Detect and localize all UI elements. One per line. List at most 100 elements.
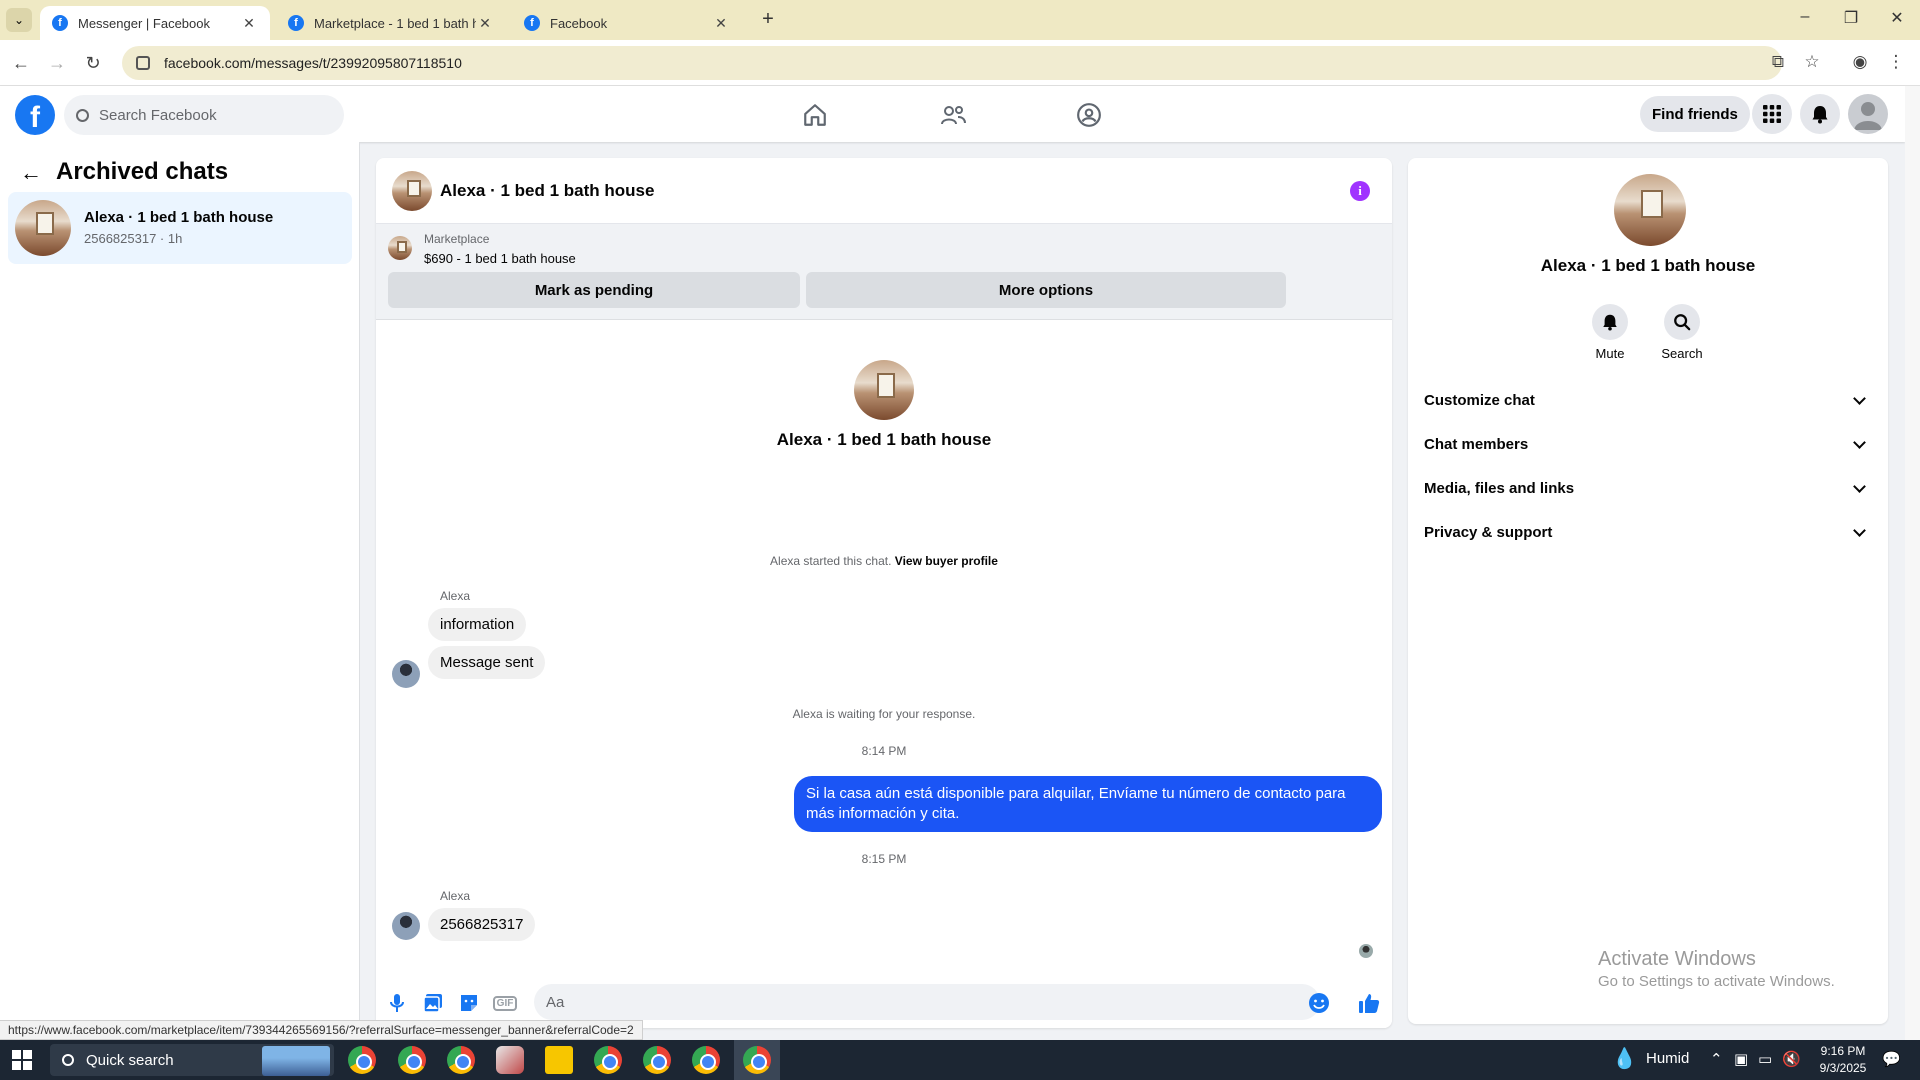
back-arrow-icon[interactable]: ← — [20, 160, 42, 186]
profile-icon[interactable]: ◉ — [1848, 52, 1872, 72]
new-tab-button[interactable]: + — [756, 8, 780, 32]
more-options-button[interactable]: More options — [806, 272, 1286, 308]
chat-members-section[interactable]: Chat members — [1424, 426, 1872, 462]
my-message-bubble[interactable]: Si la casa aún está disponible para alqu… — [794, 776, 1382, 832]
conversation-header: Alexa · 1 bed 1 bath house i — [376, 158, 1392, 224]
weather-label[interactable]: Humid — [1646, 1050, 1689, 1067]
forward-arrow-icon[interactable]: → — [44, 50, 70, 76]
facebook-search[interactable]: Search Facebook — [64, 95, 344, 135]
find-friends-button[interactable]: Find friends — [1640, 96, 1750, 132]
chrome-app-icon[interactable] — [594, 1046, 622, 1074]
mark-as-pending-button[interactable]: Mark as pending — [388, 272, 800, 308]
volume-muted-icon[interactable]: 🔇 — [1782, 1050, 1801, 1068]
site-info-icon[interactable] — [136, 56, 150, 70]
chevron-down-icon — [1853, 479, 1866, 493]
emoji-icon[interactable] — [1308, 992, 1330, 1014]
media-files-links-section[interactable]: Media, files and links — [1424, 470, 1872, 506]
maximize-button[interactable]: ❐ — [1836, 8, 1866, 28]
address-toolbar: ← → ↻ facebook.com/messages/t/2399209580… — [0, 40, 1920, 86]
account-avatar[interactable] — [1848, 94, 1888, 134]
listing-thumbnail — [388, 236, 412, 260]
tab-messenger[interactable]: f Messenger | Facebook ✕ — [40, 6, 270, 40]
microphone-icon[interactable] — [386, 992, 408, 1014]
chat-started-notice: Alexa started this chat. View buyer prof… — [770, 554, 998, 568]
message-input[interactable] — [534, 984, 1320, 1020]
tray-chevron-icon[interactable]: ⌃ — [1710, 1050, 1723, 1068]
menu-grid-icon[interactable] — [1752, 94, 1792, 134]
url-text: facebook.com/messages/t/2399209580711851… — [164, 55, 462, 71]
browser-menu-icon[interactable]: ⋮ — [1884, 52, 1908, 72]
marketplace-label: Marketplace — [424, 232, 490, 246]
archived-chats-title: Archived chats — [56, 158, 229, 185]
taskbar-clock[interactable]: 9:16 PM 9/3/2025 — [1808, 1043, 1878, 1077]
bookmark-star-icon[interactable]: ☆ — [1800, 52, 1824, 72]
windows-start-icon[interactable] — [12, 1050, 32, 1070]
conversation-avatar[interactable] — [392, 171, 432, 211]
chrome-app-icon[interactable] — [743, 1046, 771, 1074]
conversation-title[interactable]: Alexa · 1 bed 1 bath house — [440, 181, 654, 201]
home-icon[interactable] — [798, 98, 832, 132]
back-arrow-icon[interactable]: ← — [8, 50, 34, 76]
chat-list-item[interactable]: Alexa · 1 bed 1 bath house 2566825317 · … — [8, 192, 352, 264]
close-tab-icon[interactable]: ✕ — [476, 15, 494, 32]
browser-tab-bar: ⌄ f Messenger | Facebook ✕ f Marketplace… — [0, 0, 1920, 40]
mute-button[interactable]: Mute — [1580, 304, 1640, 361]
view-buyer-profile-link[interactable]: View buyer profile — [895, 554, 998, 568]
tab-facebook[interactable]: f Facebook ✕ — [512, 6, 742, 40]
sender-avatar[interactable] — [392, 660, 420, 688]
tray-app-icon[interactable]: ▣ — [1734, 1050, 1748, 1068]
details-name: Alexa · 1 bed 1 bath house — [1540, 256, 1756, 275]
windows-taskbar: Quick search 💧 Humid ⌃ ▣ ▭ 🔇 9:16 PM 9/3… — [0, 1040, 1920, 1080]
info-icon[interactable]: i — [1350, 181, 1370, 201]
search-icon — [76, 108, 89, 122]
sender-avatar[interactable] — [392, 912, 420, 940]
close-tab-icon[interactable]: ✕ — [712, 15, 730, 32]
chrome-app-icon[interactable] — [447, 1046, 475, 1074]
facebook-header: f Search Facebook Find friends — [0, 86, 1905, 142]
app-icon[interactable] — [496, 1046, 524, 1074]
search-conversation-button[interactable]: Search — [1652, 304, 1712, 361]
message-bubble[interactable]: Message sent — [428, 646, 546, 679]
chrome-app-icon[interactable] — [692, 1046, 720, 1074]
notification-center-icon[interactable]: 💬 — [1882, 1050, 1901, 1068]
tab-marketplace[interactable]: f Marketplace - 1 bed 1 bath hou ✕ — [276, 6, 506, 40]
close-tab-icon[interactable]: ✕ — [240, 15, 258, 32]
marketplace-banner: Marketplace $690 - 1 bed 1 bath house Ma… — [376, 224, 1392, 320]
thumbs-up-icon[interactable] — [1358, 992, 1380, 1014]
search-icon — [1664, 304, 1700, 340]
chrome-app-icon[interactable] — [348, 1046, 376, 1074]
customize-chat-section[interactable]: Customize chat — [1424, 382, 1872, 418]
message-bubble[interactable]: information — [428, 608, 527, 641]
minimize-button[interactable]: – — [1790, 8, 1820, 26]
search-highlight-image — [262, 1046, 330, 1076]
friends-icon[interactable] — [936, 98, 970, 132]
install-app-icon[interactable]: ⧉ — [1766, 52, 1790, 72]
sticker-icon[interactable] — [458, 992, 480, 1014]
sticky-notes-icon[interactable] — [545, 1046, 573, 1074]
intro-avatar — [854, 360, 914, 420]
details-avatar[interactable] — [1614, 174, 1686, 246]
weather-drop-icon[interactable]: 💧 — [1612, 1046, 1637, 1071]
reload-icon[interactable]: ↻ — [80, 50, 106, 76]
chrome-app-icon[interactable] — [643, 1046, 671, 1074]
photo-icon[interactable] — [422, 992, 444, 1014]
listing-title[interactable]: $690 - 1 bed 1 bath house — [424, 251, 576, 266]
sender-name: Alexa — [440, 589, 471, 603]
chrome-app-icon[interactable] — [398, 1046, 426, 1074]
message-bubble[interactable]: 2566825317 — [428, 908, 536, 941]
network-icon[interactable]: ▭ — [1758, 1050, 1772, 1068]
tab-search-chevron-icon[interactable]: ⌄ — [6, 8, 32, 32]
sender-name: Alexa — [440, 889, 471, 903]
gif-icon[interactable]: GIF — [492, 992, 518, 1014]
page-scrollbar[interactable] — [1905, 86, 1920, 1040]
groups-icon[interactable] — [1072, 98, 1106, 132]
facebook-favicon-icon: f — [288, 15, 304, 31]
intro-name: Alexa · 1 bed 1 bath house — [776, 430, 992, 449]
url-bar[interactable]: facebook.com/messages/t/2399209580711851… — [122, 46, 1782, 80]
chevron-down-icon — [1853, 435, 1866, 449]
close-window-button[interactable]: ✕ — [1882, 8, 1912, 28]
facebook-logo-icon[interactable]: f — [15, 95, 55, 135]
privacy-support-section[interactable]: Privacy & support — [1424, 514, 1872, 550]
archived-chats-panel: ← Archived chats Alexa · 1 bed 1 bath ho… — [0, 142, 360, 1030]
notifications-bell-icon[interactable] — [1800, 94, 1840, 134]
